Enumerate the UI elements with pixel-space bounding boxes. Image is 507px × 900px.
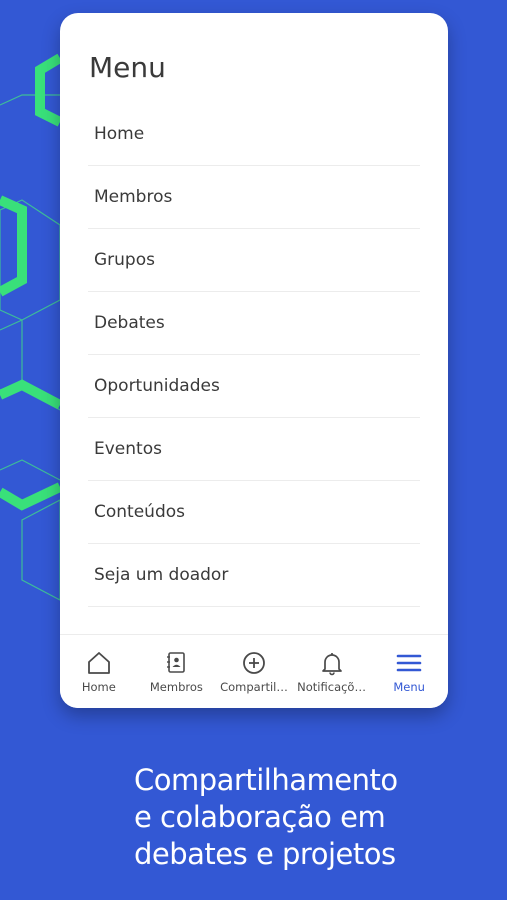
tab-compartilhar[interactable]: Compartil…: [215, 635, 293, 708]
menu-item-conteudos[interactable]: Conteúdos: [88, 481, 420, 544]
tab-home[interactable]: Home: [60, 635, 138, 708]
menu-item-home[interactable]: Home: [88, 103, 420, 166]
menu-item-debates[interactable]: Debates: [88, 292, 420, 355]
caption-line: debates e projetos: [134, 837, 396, 871]
caption-line: Compartilhamento: [134, 763, 398, 797]
tab-label: Home: [81, 680, 116, 694]
contacts-icon: [167, 652, 186, 673]
menu-item-oportunidades[interactable]: Oportunidades: [88, 355, 420, 418]
menu-item-seja-um-doador[interactable]: Seja um doador: [88, 544, 420, 607]
bottom-tab-bar: Home Membros Compartil… Notificaçõ… Menu: [60, 634, 448, 708]
home-icon: [87, 652, 110, 674]
tab-label: Menu: [393, 680, 425, 694]
tab-menu[interactable]: Menu: [370, 635, 448, 708]
menu-list: Home Membros Grupos Debates Oportunidade…: [88, 103, 420, 607]
tab-label: Compartil…: [220, 680, 288, 694]
menu-item-membros[interactable]: Membros: [88, 166, 420, 229]
tab-notificacoes[interactable]: Notificaçõ…: [293, 635, 371, 708]
menu-icon: [396, 654, 422, 672]
tab-membros[interactable]: Membros: [138, 635, 216, 708]
plus-circle-icon: [243, 652, 265, 674]
menu-item-eventos[interactable]: Eventos: [88, 418, 420, 481]
page-title: Menu: [89, 51, 166, 84]
bell-icon: [321, 653, 342, 676]
menu-panel: Menu Home Membros Grupos Debates Oportun…: [60, 13, 448, 708]
menu-item-grupos[interactable]: Grupos: [88, 229, 420, 292]
caption-line: e colaboração em: [134, 800, 386, 834]
tab-label: Membros: [149, 680, 203, 694]
tab-label: Notificaçõ…: [297, 680, 366, 694]
promo-caption: Compartilhamento e colaboração em debate…: [134, 762, 398, 873]
